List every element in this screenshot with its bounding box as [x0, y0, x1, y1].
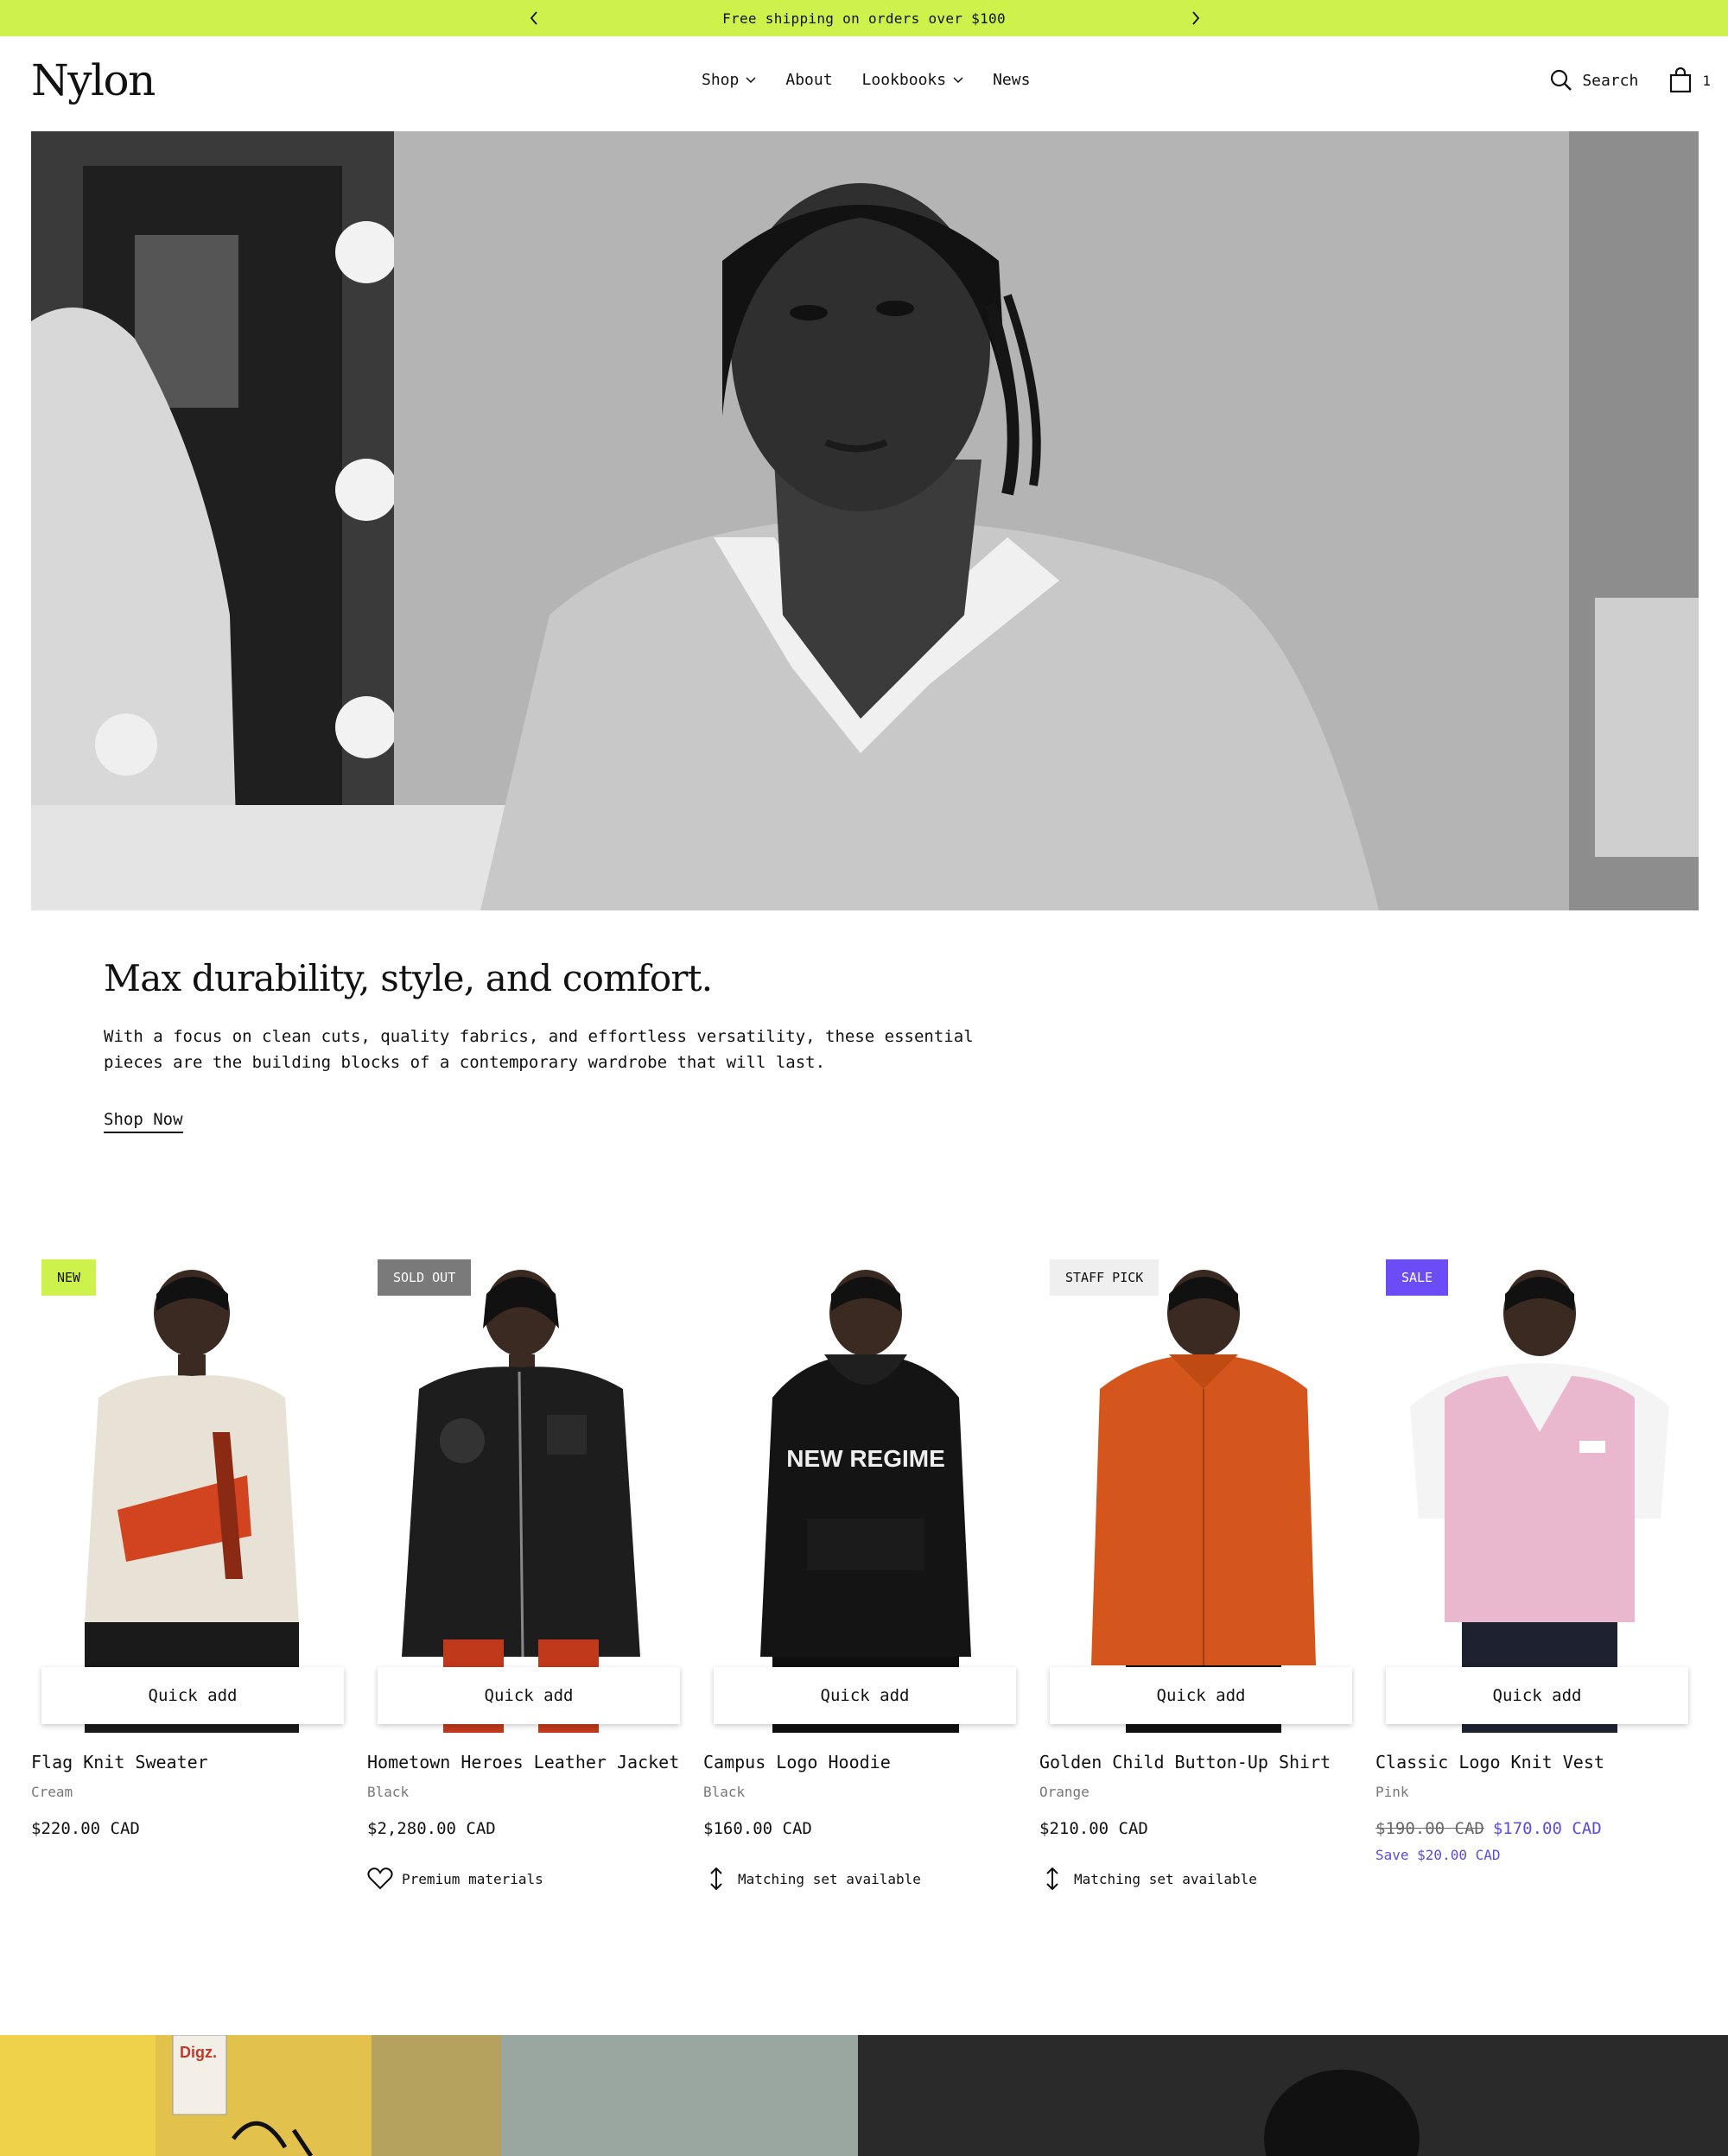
product-name[interactable]: Classic Logo Knit Vest: [1375, 1752, 1604, 1772]
arrows-vertical-icon: [1046, 1867, 1058, 1890]
product-color: Black: [703, 1784, 746, 1800]
product-image[interactable]: [31, 1259, 334, 1733]
product-card[interactable]: SOLD OUT Quick add Hometown Heroes Leath…: [367, 1259, 680, 1916]
collection-banner: Digz.: [0, 2035, 1728, 2156]
product-name[interactable]: Campus Logo Hoodie: [703, 1752, 891, 1772]
product-card[interactable]: SALE Quick add Classic Logo Knit Vest Pi…: [1375, 1259, 1688, 1916]
cart-count: 1: [1702, 72, 1711, 89]
product-price: $190.00 CAD $170.00 CAD: [1375, 1819, 1602, 1838]
hero-image: [31, 131, 1699, 910]
product-image[interactable]: [1375, 1259, 1678, 1733]
hero-description: With a focus on clean cuts, quality fabr…: [104, 1027, 974, 1072]
product-price: $210.00 CAD: [1039, 1819, 1148, 1838]
heart-icon: [367, 1867, 393, 1890]
feature-label: Premium materials: [402, 1870, 543, 1887]
feature-label: Matching set available: [738, 1870, 921, 1887]
product-name[interactable]: Hometown Heroes Leather Jacket: [367, 1752, 679, 1772]
shop-now-link[interactable]: Shop Now: [104, 1110, 183, 1133]
badge-staff-pick: STAFF PICK: [1050, 1259, 1159, 1296]
chevron-left-icon[interactable]: [524, 8, 544, 29]
quick-add-button[interactable]: Quick add: [714, 1667, 1016, 1724]
svg-text:Digz.: Digz.: [180, 2044, 217, 2061]
nav-item-label: About: [785, 71, 833, 89]
collection-image-left[interactable]: Digz.: [0, 2035, 858, 2156]
badge-sold-out: SOLD OUT: [378, 1259, 472, 1296]
chevron-down-icon: [746, 76, 756, 83]
arrows-vertical-icon: [710, 1867, 722, 1890]
product-card[interactable]: NEW REGIME Quick add Campus Logo Hoodie …: [703, 1259, 1016, 1916]
search-button[interactable]: Search: [1549, 68, 1638, 92]
site-logo[interactable]: Nylon: [31, 55, 156, 105]
product-feature: Matching set available: [1039, 1867, 1257, 1890]
badge-sale: SALE: [1386, 1259, 1449, 1296]
nav-item-lookbooks[interactable]: Lookbooks: [862, 71, 964, 89]
nav-item-news[interactable]: News: [993, 71, 1030, 89]
nav-item-label: Lookbooks: [861, 71, 947, 89]
badge-new: NEW: [41, 1259, 97, 1296]
product-price: $2,280.00 CAD: [367, 1819, 496, 1838]
original-price: $190.00 CAD: [1375, 1819, 1484, 1838]
product-color: Cream: [31, 1784, 73, 1800]
product-name[interactable]: Flag Knit Sweater: [31, 1752, 208, 1772]
product-image[interactable]: [367, 1259, 670, 1733]
feature-label: Matching set available: [1074, 1870, 1257, 1887]
quick-add-button[interactable]: Quick add: [1050, 1667, 1352, 1724]
chevron-down-icon: [953, 76, 963, 83]
chevron-right-icon[interactable]: [1185, 8, 1206, 29]
search-icon: [1551, 69, 1572, 91]
collection-image-right[interactable]: [858, 2035, 1728, 2156]
save-amount: Save $20.00 CAD: [1375, 1847, 1501, 1863]
quick-add-button[interactable]: Quick add: [1386, 1667, 1688, 1724]
product-name[interactable]: Golden Child Button-Up Shirt: [1039, 1752, 1331, 1772]
product-image[interactable]: [1039, 1259, 1342, 1733]
product-image[interactable]: NEW REGIME: [703, 1259, 1006, 1733]
site-header: Nylon Shop About Lookbooks News Search 1: [0, 36, 1728, 131]
cart-button[interactable]: 1: [1669, 67, 1711, 93]
hero-title: Max durability, style, and comfort.: [104, 957, 713, 999]
search-label: Search: [1582, 71, 1639, 90]
product-feature: Premium materials: [367, 1867, 543, 1890]
product-color: Black: [367, 1784, 410, 1800]
header-actions: Search 1: [1549, 67, 1711, 93]
shopping-bag-icon: [1670, 67, 1692, 93]
svg-text:NEW REGIME: NEW REGIME: [786, 1445, 945, 1472]
nav-item-about[interactable]: About: [785, 71, 832, 89]
product-color: Pink: [1375, 1784, 1409, 1800]
hero-copy: Max durability, style, and comfort. With…: [104, 957, 985, 1133]
nav-item-shop[interactable]: Shop: [702, 71, 756, 89]
product-card[interactable]: STAFF PICK Quick add Golden Child Button…: [1039, 1259, 1352, 1916]
main-nav: Shop About Lookbooks News: [702, 71, 1059, 89]
sale-price: $170.00 CAD: [1492, 1819, 1602, 1838]
quick-add-button[interactable]: Quick add: [41, 1667, 344, 1724]
nav-item-label: Shop: [702, 71, 740, 89]
product-color: Orange: [1039, 1784, 1090, 1800]
product-price: $220.00 CAD: [31, 1819, 140, 1838]
announcement-text: Free shipping on orders over $100: [722, 10, 1006, 27]
product-feature: Matching set available: [703, 1867, 921, 1890]
announcement-bar: Free shipping on orders over $100: [0, 0, 1728, 36]
quick-add-button[interactable]: Quick add: [378, 1667, 680, 1724]
product-card[interactable]: NEW Quick add Flag Knit Sweater Cream $2…: [31, 1259, 344, 1916]
product-price: $160.00 CAD: [703, 1819, 812, 1838]
nav-item-label: News: [993, 71, 1031, 89]
product-grid: NEW Quick add Flag Knit Sweater Cream $2…: [31, 1259, 1699, 1916]
